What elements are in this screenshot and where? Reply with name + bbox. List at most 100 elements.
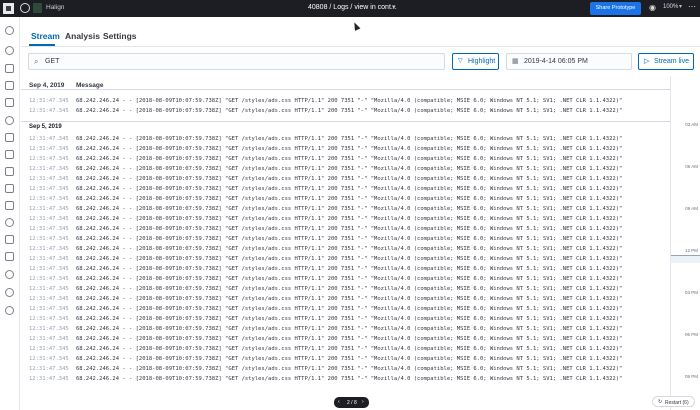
stream-live-button[interactable]: ▷ Stream live	[638, 53, 694, 70]
app-logo[interactable]	[3, 3, 14, 14]
canvas-icon[interactable]	[5, 81, 14, 90]
log-message: 68.242.246.24 - - [2018-08-09T10:07:59.7…	[76, 196, 623, 202]
stack-monitoring-icon[interactable]	[5, 235, 14, 244]
log-row[interactable]: 12:31:47.345 68.242.246.24 - - [2018-08-0…	[21, 164, 670, 174]
log-message: 68.242.246.24 - - [2018-08-09T10:07:59.7…	[76, 266, 623, 272]
log-row[interactable]: 12:31:47.345 68.242.246.24 - - [2018-08-0…	[21, 154, 670, 164]
devtools-icon[interactable]	[5, 218, 14, 227]
clock-icon[interactable]	[5, 26, 14, 35]
log-row[interactable]: 12:31:47.345 68.242.246.24 - - [2018-08-0…	[21, 314, 670, 324]
log-minimap[interactable]: 03 AM 06 AM 09 AM 12 PM 03 PM 06 PM 09 PM	[670, 76, 700, 410]
log-row[interactable]: 12:31:47.345 68.242.246.24 - - [2018-08-0…	[21, 294, 670, 304]
log-message: 68.242.246.24 - - [2018-08-09T10:07:59.7…	[76, 108, 623, 114]
project-name: Halign	[46, 4, 65, 11]
project-icon[interactable]	[33, 3, 42, 13]
log-row[interactable]: 12:31:47.345 68.242.246.24 - - [2018-08-0…	[21, 264, 670, 274]
settings-gear-icon[interactable]	[5, 306, 14, 315]
log-timestamp: 12:31:47.345	[29, 136, 69, 142]
fleet-icon[interactable]	[5, 270, 14, 279]
tab-stream[interactable]: Stream	[31, 31, 60, 41]
log-message: 68.242.246.24 - - [2018-08-09T10:07:59.7…	[76, 376, 623, 382]
date-picker[interactable]: ▦ 2019-4-14 06:05 PM	[506, 53, 632, 70]
dashboard-icon[interactable]	[5, 64, 14, 73]
log-message: 68.242.246.24 - - [2018-08-09T10:07:59.7…	[76, 98, 623, 104]
highlight-button[interactable]: ▽ Highlight	[452, 53, 499, 70]
log-timestamp: 12:31:47.345	[29, 286, 69, 292]
uptime-icon[interactable]	[5, 184, 14, 193]
log-row[interactable]: 12:31:47.345 68.242.246.24 - - [2018-08-0…	[21, 324, 670, 334]
log-timestamp: 12:31:47.345	[29, 176, 69, 182]
log-row[interactable]: 12:31:47.345 68.242.246.24 - - [2018-08-0…	[21, 244, 670, 254]
restart-icon: ↻	[658, 399, 663, 405]
log-timestamp: 12:31:47.345	[29, 346, 69, 352]
log-timestamp: 12:31:47.345	[29, 316, 69, 322]
log-row[interactable]: 12:31:47.345 68.242.246.24 - - [2018-08-0…	[21, 224, 670, 234]
log-message: 68.242.246.24 - - [2018-08-09T10:07:59.7…	[76, 356, 623, 362]
log-row[interactable]: 12:31:47.345 68.242.246.24 - - [2018-08-0…	[21, 96, 670, 106]
log-row[interactable]: 12:31:47.345 68.242.246.24 - - [2018-08-0…	[21, 184, 670, 194]
log-row[interactable]: 12:31:47.345 68.242.246.24 - - [2018-08-0…	[21, 204, 670, 214]
log-row[interactable]: 12:31:47.345 68.242.246.24 - - [2018-08-0…	[21, 234, 670, 244]
calendar-icon: ▦	[512, 58, 519, 65]
compass-icon[interactable]	[5, 46, 14, 55]
log-message: 68.242.246.24 - - [2018-08-09T10:07:59.7…	[76, 286, 623, 292]
log-message: 68.242.246.24 - - [2018-08-09T10:07:59.7…	[76, 246, 623, 252]
log-row[interactable]: 12:31:47.345 68.242.246.24 - - [2018-08-0…	[21, 304, 670, 314]
log-row[interactable]: 12:31:47.345 68.242.246.24 - - [2018-08-0…	[21, 106, 670, 116]
log-row[interactable]: 12:31:47.345 68.242.246.24 - - [2018-08-0…	[21, 134, 670, 144]
log-row[interactable]: 12:31:47.345 68.242.246.24 - - [2018-08-0…	[21, 344, 670, 354]
search-icon: ⌕	[34, 57, 39, 66]
log-row[interactable]: 12:31:47.345 68.242.246.24 - - [2018-08-0…	[21, 364, 670, 374]
eye-icon[interactable]: ◉	[649, 3, 656, 12]
log-message: 68.242.246.24 - - [2018-08-09T10:07:59.7…	[76, 226, 623, 232]
chevron-left-icon[interactable]: ‹	[338, 399, 340, 405]
minimap-viewport[interactable]	[671, 255, 700, 263]
tab-analysis[interactable]: Analysis	[65, 31, 100, 41]
log-message: 68.242.246.24 - - [2018-08-09T10:07:59.7…	[76, 326, 623, 332]
heartbeat-icon[interactable]	[5, 252, 14, 261]
minimap-tick-label: 06 AM	[685, 164, 698, 169]
log-timestamp: 12:31:47.345	[29, 216, 69, 222]
day-header: Sep 5, 2019	[29, 124, 62, 130]
log-timestamp: 12:31:47.345	[29, 166, 69, 172]
breadcrumb[interactable]: 40808 / Logs / view in cont...	[308, 4, 397, 11]
restart-button[interactable]: ↻ Restart (6)	[652, 396, 695, 407]
log-row[interactable]: 12:31:47.345 68.242.246.24 - - [2018-08-0…	[21, 274, 670, 284]
apm-icon[interactable]	[5, 167, 14, 176]
help-icon[interactable]	[5, 288, 14, 297]
log-row[interactable]: 12:31:47.345 68.242.246.24 - - [2018-08-0…	[21, 144, 670, 154]
column-message: Message	[76, 82, 104, 89]
log-row[interactable]: 12:31:47.345 68.242.246.24 - - [2018-08-0…	[21, 254, 670, 264]
infra-icon[interactable]	[5, 133, 14, 142]
tab-settings[interactable]: Settings	[103, 31, 137, 41]
logs-icon[interactable]	[5, 150, 14, 159]
siem-icon[interactable]	[5, 201, 14, 210]
log-message: 68.242.246.24 - - [2018-08-09T10:07:59.7…	[76, 346, 623, 352]
zoom-level[interactable]: 100%	[663, 4, 678, 10]
log-row[interactable]: 12:31:47.345 68.242.246.24 - - [2018-08-0…	[21, 334, 670, 344]
log-row[interactable]: 12:31:47.345 68.242.246.24 - - [2018-08-0…	[21, 214, 670, 224]
log-row[interactable]: 12:31:47.345 68.242.246.24 - - [2018-08-0…	[21, 174, 670, 184]
chevron-right-icon[interactable]: ›	[362, 399, 364, 405]
ml-icon[interactable]	[5, 116, 14, 125]
log-message: 68.242.246.24 - - [2018-08-09T10:07:59.7…	[76, 306, 623, 312]
search-input[interactable]: ⌕ GET	[28, 53, 445, 70]
minimap-tick-label: 09 AM	[685, 206, 698, 211]
chevron-down-icon[interactable]: ▾	[679, 3, 682, 10]
chat-icon[interactable]	[20, 3, 30, 13]
log-row[interactable]: 12:31:47.345 68.242.246.24 - - [2018-08-0…	[21, 354, 670, 364]
log-message: 68.242.246.24 - - [2018-08-09T10:07:59.7…	[76, 166, 623, 172]
chevron-down-icon[interactable]: ▾	[392, 3, 396, 11]
search-value[interactable]: GET	[45, 58, 59, 65]
log-message: 68.242.246.24 - - [2018-08-09T10:07:59.7…	[76, 276, 623, 282]
play-icon: ▷	[644, 58, 650, 65]
share-prototype-button[interactable]: Share Prototype	[590, 2, 641, 15]
log-row[interactable]: 12:31:47.345 68.242.246.24 - - [2018-08-0…	[21, 194, 670, 204]
maps-icon[interactable]	[5, 98, 14, 107]
log-row[interactable]: 12:31:47.345 68.242.246.24 - - [2018-08-0…	[21, 284, 670, 294]
more-icon[interactable]: ⋯	[688, 2, 696, 11]
minimap-tick-label: 03 PM	[684, 290, 698, 295]
log-stream[interactable]: Sep 4, 2019 Message 12:31:47.345 68.242.2…	[21, 76, 670, 410]
pagination-control[interactable]: ‹ 2 / 8 ›	[334, 397, 369, 408]
log-row[interactable]: 12:31:47.345 68.242.246.24 - - [2018-08-0…	[21, 374, 670, 384]
